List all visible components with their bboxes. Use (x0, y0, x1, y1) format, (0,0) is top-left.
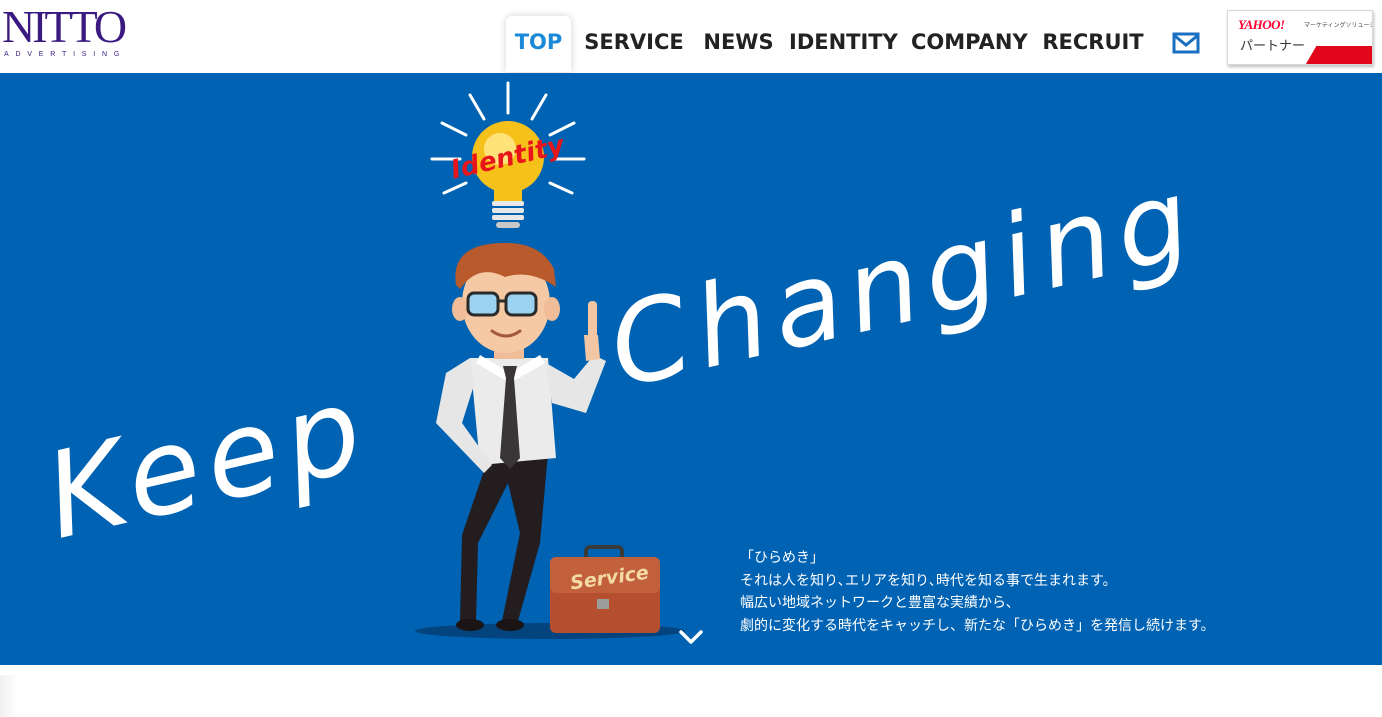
site-header: NITTO ADVERTISING TOP SERVICE NEWS IDENT… (0, 0, 1382, 73)
nav-news[interactable]: NEWS (700, 16, 777, 72)
nitto-logo[interactable]: NITTO ADVERTISING (2, 4, 157, 62)
yahoo-partner-badge[interactable]: YAHOO! マーケティングソリューション パートナー (1227, 10, 1373, 65)
hero-copy-line: 「ひらめき」 (740, 550, 824, 566)
logo-subtitle: ADVERTISING (4, 51, 127, 58)
logo-wordmark: NITTO (2, 1, 127, 52)
yahoo-partner-label: パートナー (1240, 39, 1306, 54)
yahoo-logo: YAHOO! (1238, 17, 1285, 32)
edge-shadow (0, 675, 18, 717)
nav-service[interactable]: SERVICE (583, 16, 685, 72)
hero-copy: 「ひらめき」 それは人を知り､エリアを知り､時代を知る事で生まれます。 幅広い地… (740, 547, 1215, 637)
yahoo-solution-label: マーケティングソリューション (1304, 22, 1372, 29)
hero-copy-line: それは人を知り､エリアを知り､時代を知る事で生まれます。 (740, 572, 1117, 589)
hero-copy-line: 劇的に変化する時代をキャッチし、新たな「ひらめき」を発信し続けます。 (740, 617, 1215, 634)
content-below (0, 665, 1382, 717)
briefcase-icon (550, 545, 660, 633)
nav-top[interactable]: TOP (506, 16, 571, 72)
hero-section: Identity Service Keep Changing 「ひらめき」 それ… (0, 73, 1382, 665)
hero-copy-line: 幅広い地域ネットワークと豊富な実績から､ (740, 595, 1013, 611)
nav-company[interactable]: COMPANY (911, 16, 1028, 72)
chevron-down-icon[interactable] (678, 628, 704, 646)
nav-identity[interactable]: IDENTITY (789, 16, 898, 72)
nav-recruit[interactable]: RECRUIT (1041, 16, 1145, 72)
mail-icon[interactable] (1172, 32, 1200, 54)
badge-red-stripe (1303, 46, 1372, 64)
